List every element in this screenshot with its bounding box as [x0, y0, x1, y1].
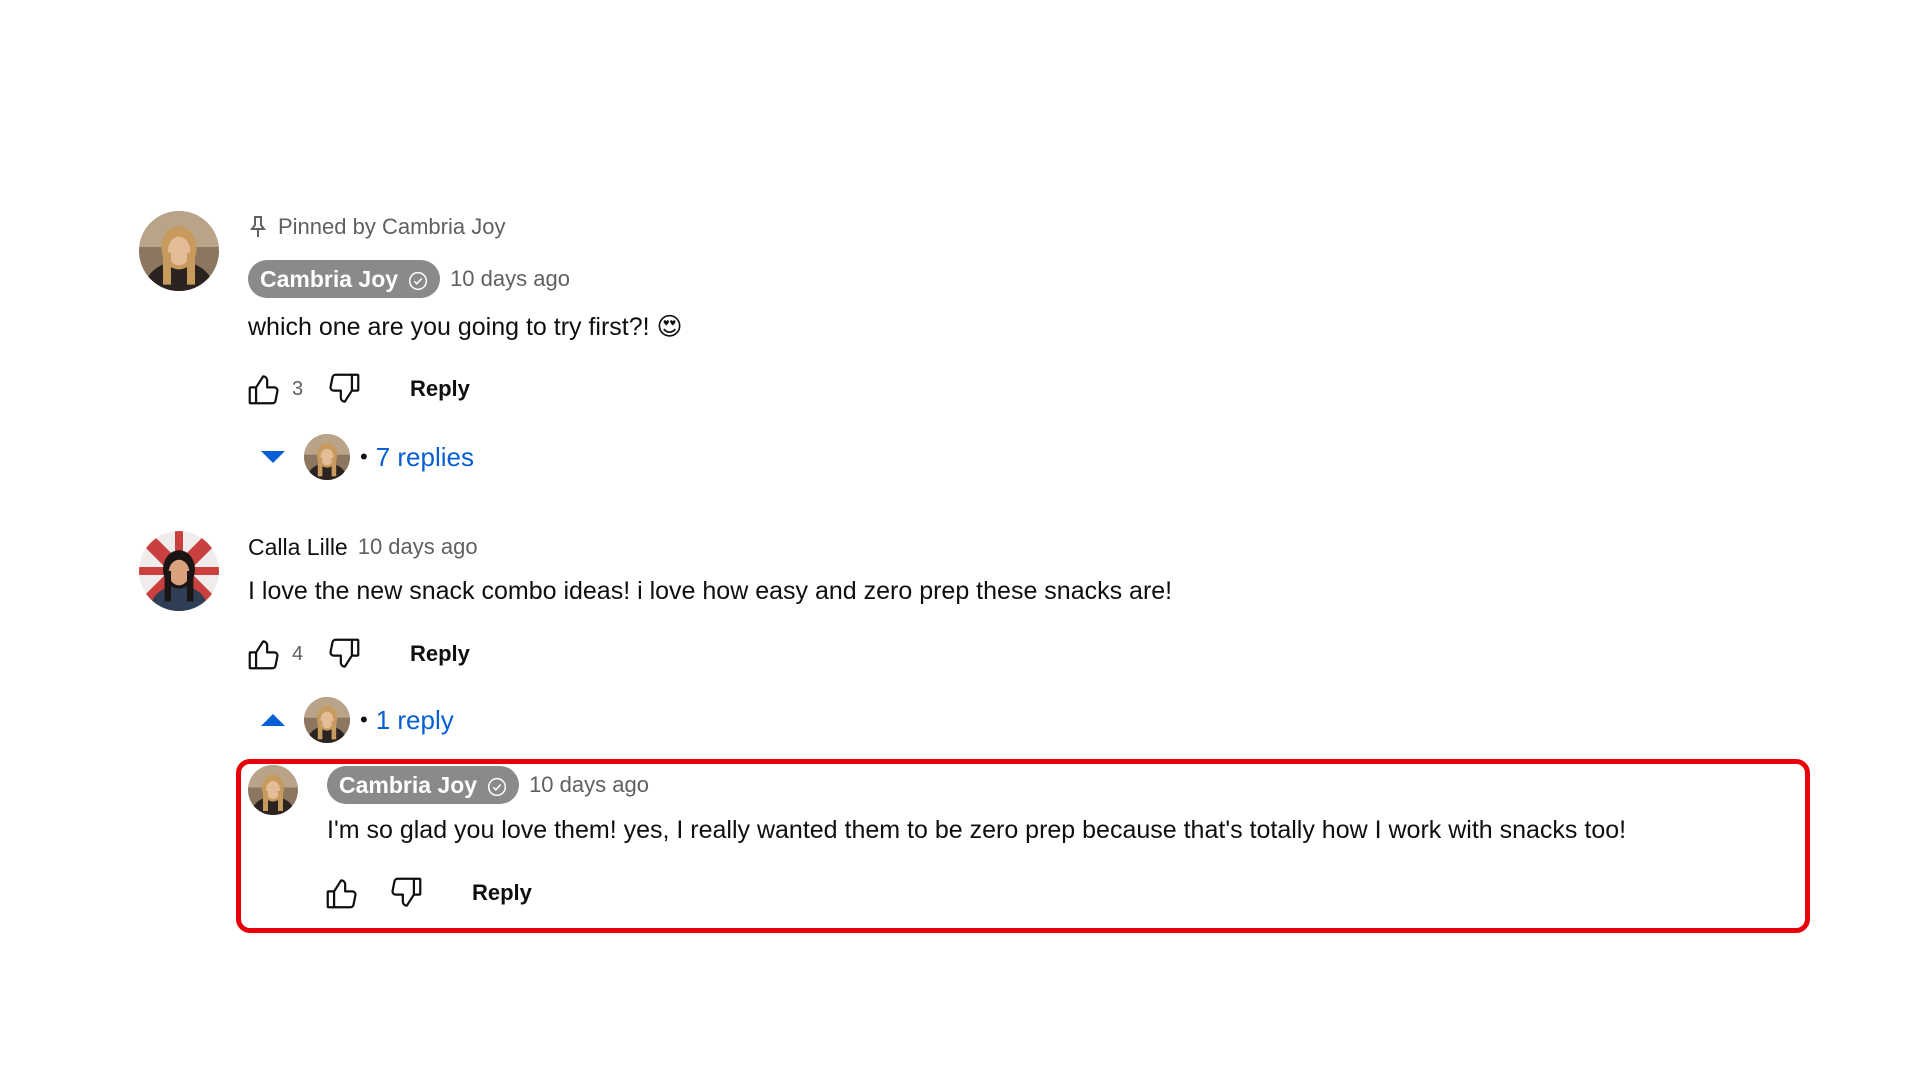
dislike-button[interactable]	[384, 871, 428, 915]
author-name[interactable]: Cambria Joy	[260, 266, 398, 293]
reply-time[interactable]: 10 days ago	[529, 772, 649, 798]
pinned-indicator: Pinned by Cambria Joy	[248, 212, 505, 242]
reply-button[interactable]: Reply	[410, 641, 470, 667]
verified-icon	[487, 777, 507, 797]
like-icon	[323, 874, 361, 912]
avatar[interactable]	[248, 765, 298, 815]
dislike-button[interactable]	[322, 367, 366, 411]
reply-button[interactable]: Reply	[410, 376, 470, 402]
dislike-icon	[325, 370, 363, 408]
avatar-cambria-joy-icon	[304, 434, 350, 480]
like-icon	[245, 370, 283, 408]
chevron-up-icon	[261, 714, 285, 726]
comment-text: I love the new snack combo ideas! i love…	[248, 577, 1173, 605]
reply-meta: Cambria Joy 10 days ago	[327, 765, 649, 805]
replier-avatar	[304, 697, 350, 743]
like-button[interactable]	[320, 871, 364, 915]
like-count: 3	[292, 377, 304, 400]
replies-count-label[interactable]: 7 replies	[376, 442, 474, 473]
dislike-icon	[325, 635, 363, 673]
reply-text: I'm so glad you love them! yes, I really…	[327, 816, 1627, 844]
author-name[interactable]: Calla Lille	[248, 534, 348, 561]
avatar-cambria-joy-icon	[304, 697, 350, 743]
like-button[interactable]	[242, 632, 286, 676]
replies-count-label[interactable]: 1 reply	[376, 705, 454, 736]
dislike-icon	[387, 874, 425, 912]
hide-replies-button[interactable]: • 1 reply	[260, 697, 454, 743]
comment-meta: Cambria Joy 10 days ago	[248, 259, 570, 299]
author-name-chip[interactable]: Cambria Joy	[327, 766, 520, 804]
avatar[interactable]	[139, 211, 219, 291]
comment-actions: 4 Reply	[242, 632, 470, 676]
avatar-calla-lille-icon	[139, 531, 219, 611]
reply-button[interactable]: Reply	[472, 880, 532, 906]
reply-actions: Reply	[320, 871, 532, 915]
view-replies-button[interactable]: • 7 replies	[260, 434, 474, 480]
like-button[interactable]	[242, 367, 286, 411]
comment-time[interactable]: 10 days ago	[450, 266, 570, 292]
separator-dot: •	[360, 444, 368, 469]
dislike-button[interactable]	[322, 632, 366, 676]
avatar[interactable]	[139, 531, 219, 611]
author-name-chip[interactable]: Cambria Joy	[248, 260, 441, 298]
pin-icon	[250, 216, 266, 237]
like-count: 4	[292, 642, 304, 665]
comment-time[interactable]: 10 days ago	[358, 534, 478, 560]
comment-meta: Calla Lille 10 days ago	[248, 527, 478, 567]
comment-text: which one are you going to try first?! 😍	[248, 313, 683, 341]
separator-dot: •	[360, 707, 368, 732]
avatar-cambria-joy-icon	[248, 765, 298, 815]
verified-icon	[408, 271, 428, 291]
pinned-label: Pinned by Cambria Joy	[278, 214, 506, 239]
like-icon	[245, 635, 283, 673]
avatar-cambria-joy-icon	[139, 211, 219, 291]
chevron-down-icon	[261, 451, 285, 463]
comment-thread: Pinned by Cambria Joy Cambria Joy 10 day…	[0, 0, 1920, 1080]
comment-actions: 3 Reply	[242, 367, 470, 411]
author-name[interactable]: Cambria Joy	[339, 772, 477, 799]
replier-avatar	[304, 434, 350, 480]
